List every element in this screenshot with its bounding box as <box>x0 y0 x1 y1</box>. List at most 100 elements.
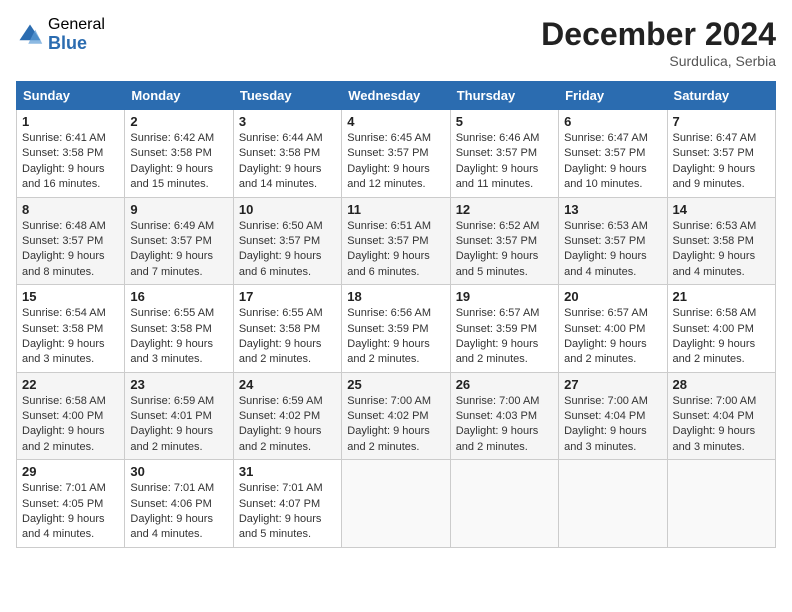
day-cell: 11Sunrise: 6:51 AMSunset: 3:57 PMDayligh… <box>342 197 450 285</box>
day-info-line: Daylight: 9 hours <box>239 424 336 439</box>
day-info: Sunrise: 6:59 AMSunset: 4:01 PMDaylight:… <box>130 394 227 456</box>
day-cell: 24Sunrise: 6:59 AMSunset: 4:02 PMDayligh… <box>233 372 341 460</box>
day-info: Sunrise: 6:57 AMSunset: 4:00 PMDaylight:… <box>564 306 661 368</box>
day-number: 1 <box>22 114 119 129</box>
empty-day-cell <box>559 460 667 548</box>
day-info-line: Daylight: 9 hours <box>130 337 227 352</box>
day-info-line: Sunrise: 6:47 AM <box>564 131 661 146</box>
day-cell: 9Sunrise: 6:49 AMSunset: 3:57 PMDaylight… <box>125 197 233 285</box>
day-info-line: Daylight: 9 hours <box>564 337 661 352</box>
day-info-line: Sunrise: 6:56 AM <box>347 306 444 321</box>
day-info-line: Sunset: 4:02 PM <box>239 409 336 424</box>
day-info: Sunrise: 6:55 AMSunset: 3:58 PMDaylight:… <box>130 306 227 368</box>
day-info-line: Sunset: 3:57 PM <box>347 234 444 249</box>
day-cell: 22Sunrise: 6:58 AMSunset: 4:00 PMDayligh… <box>17 372 125 460</box>
day-info-line: Sunset: 3:59 PM <box>347 322 444 337</box>
day-info-line: Daylight: 9 hours <box>347 424 444 439</box>
day-number: 29 <box>22 464 119 479</box>
day-info: Sunrise: 6:55 AMSunset: 3:58 PMDaylight:… <box>239 306 336 368</box>
empty-day-cell <box>342 460 450 548</box>
day-number: 10 <box>239 202 336 217</box>
day-info-line: Daylight: 9 hours <box>22 249 119 264</box>
empty-day-cell <box>450 460 558 548</box>
day-info: Sunrise: 6:53 AMSunset: 3:57 PMDaylight:… <box>564 219 661 281</box>
day-info-line: Sunset: 4:00 PM <box>673 322 770 337</box>
day-info-line: Sunset: 3:58 PM <box>130 322 227 337</box>
day-info: Sunrise: 7:01 AMSunset: 4:06 PMDaylight:… <box>130 481 227 543</box>
title-block: December 2024 Surdulica, Serbia <box>541 16 776 69</box>
day-info-line: Sunset: 4:03 PM <box>456 409 553 424</box>
day-number: 5 <box>456 114 553 129</box>
calendar-week-row: 22Sunrise: 6:58 AMSunset: 4:00 PMDayligh… <box>17 372 776 460</box>
day-info-line: Sunset: 4:00 PM <box>564 322 661 337</box>
day-cell: 28Sunrise: 7:00 AMSunset: 4:04 PMDayligh… <box>667 372 775 460</box>
day-number: 31 <box>239 464 336 479</box>
day-info: Sunrise: 6:51 AMSunset: 3:57 PMDaylight:… <box>347 219 444 281</box>
day-info-line: Daylight: 9 hours <box>456 162 553 177</box>
day-info-line: Daylight: 9 hours <box>239 249 336 264</box>
day-number: 14 <box>673 202 770 217</box>
day-info-line: Daylight: 9 hours <box>347 249 444 264</box>
day-cell: 6Sunrise: 6:47 AMSunset: 3:57 PMDaylight… <box>559 110 667 198</box>
day-info-line: Sunset: 3:57 PM <box>130 234 227 249</box>
day-info: Sunrise: 7:00 AMSunset: 4:04 PMDaylight:… <box>673 394 770 456</box>
day-number: 16 <box>130 289 227 304</box>
day-number: 26 <box>456 377 553 392</box>
calendar-week-row: 29Sunrise: 7:01 AMSunset: 4:05 PMDayligh… <box>17 460 776 548</box>
day-info: Sunrise: 6:58 AMSunset: 4:00 PMDaylight:… <box>22 394 119 456</box>
day-info-line: Sunset: 3:57 PM <box>456 146 553 161</box>
day-info-line: Sunset: 4:04 PM <box>673 409 770 424</box>
day-cell: 25Sunrise: 7:00 AMSunset: 4:02 PMDayligh… <box>342 372 450 460</box>
day-info-line: Sunset: 3:58 PM <box>22 322 119 337</box>
day-info-line: Sunset: 3:57 PM <box>564 146 661 161</box>
day-info-line: Sunrise: 6:59 AM <box>130 394 227 409</box>
day-info-line: Sunrise: 7:01 AM <box>130 481 227 496</box>
logo-icon <box>16 21 44 49</box>
page-header: General Blue December 2024 Surdulica, Se… <box>16 16 776 69</box>
day-cell: 2Sunrise: 6:42 AMSunset: 3:58 PMDaylight… <box>125 110 233 198</box>
day-info-line: and 4 minutes. <box>130 527 227 542</box>
day-info-line: and 15 minutes. <box>130 177 227 192</box>
day-cell: 18Sunrise: 6:56 AMSunset: 3:59 PMDayligh… <box>342 285 450 373</box>
day-info-line: Sunrise: 6:58 AM <box>673 306 770 321</box>
day-info-line: Sunrise: 6:53 AM <box>564 219 661 234</box>
day-info-line: Sunrise: 6:46 AM <box>456 131 553 146</box>
day-info-line: and 2 minutes. <box>347 440 444 455</box>
day-info-line: Daylight: 9 hours <box>673 337 770 352</box>
day-info-line: Daylight: 9 hours <box>130 162 227 177</box>
day-info-line: Sunrise: 7:00 AM <box>673 394 770 409</box>
day-cell: 15Sunrise: 6:54 AMSunset: 3:58 PMDayligh… <box>17 285 125 373</box>
weekday-header-cell: Saturday <box>667 82 775 110</box>
calendar-week-row: 1Sunrise: 6:41 AMSunset: 3:58 PMDaylight… <box>17 110 776 198</box>
day-info-line: Sunset: 4:07 PM <box>239 497 336 512</box>
day-cell: 13Sunrise: 6:53 AMSunset: 3:57 PMDayligh… <box>559 197 667 285</box>
day-info-line: Sunrise: 7:00 AM <box>347 394 444 409</box>
day-cell: 31Sunrise: 7:01 AMSunset: 4:07 PMDayligh… <box>233 460 341 548</box>
day-info-line: Daylight: 9 hours <box>22 162 119 177</box>
day-info-line: and 4 minutes. <box>673 265 770 280</box>
day-number: 27 <box>564 377 661 392</box>
day-info-line: Sunset: 4:02 PM <box>347 409 444 424</box>
day-info-line: Sunrise: 6:59 AM <box>239 394 336 409</box>
day-info-line: Daylight: 9 hours <box>456 424 553 439</box>
logo: General Blue <box>16 16 105 53</box>
day-info-line: Sunset: 3:58 PM <box>130 146 227 161</box>
day-number: 7 <box>673 114 770 129</box>
logo-general: General <box>48 16 105 34</box>
day-info-line: Daylight: 9 hours <box>673 424 770 439</box>
logo-text: General Blue <box>48 16 105 53</box>
day-info: Sunrise: 6:47 AMSunset: 3:57 PMDaylight:… <box>564 131 661 193</box>
day-info-line: and 2 minutes. <box>673 352 770 367</box>
day-info-line: and 6 minutes. <box>347 265 444 280</box>
day-info-line: and 2 minutes. <box>347 352 444 367</box>
day-info-line: Sunset: 3:58 PM <box>22 146 119 161</box>
day-info-line: Daylight: 9 hours <box>564 249 661 264</box>
day-info-line: Sunrise: 6:57 AM <box>564 306 661 321</box>
day-info-line: Daylight: 9 hours <box>130 249 227 264</box>
day-info-line: Daylight: 9 hours <box>22 337 119 352</box>
day-info: Sunrise: 7:00 AMSunset: 4:04 PMDaylight:… <box>564 394 661 456</box>
day-info-line: and 4 minutes. <box>22 527 119 542</box>
location-subtitle: Surdulica, Serbia <box>541 53 776 69</box>
day-info-line: Sunrise: 6:42 AM <box>130 131 227 146</box>
day-info-line: Sunrise: 6:54 AM <box>22 306 119 321</box>
